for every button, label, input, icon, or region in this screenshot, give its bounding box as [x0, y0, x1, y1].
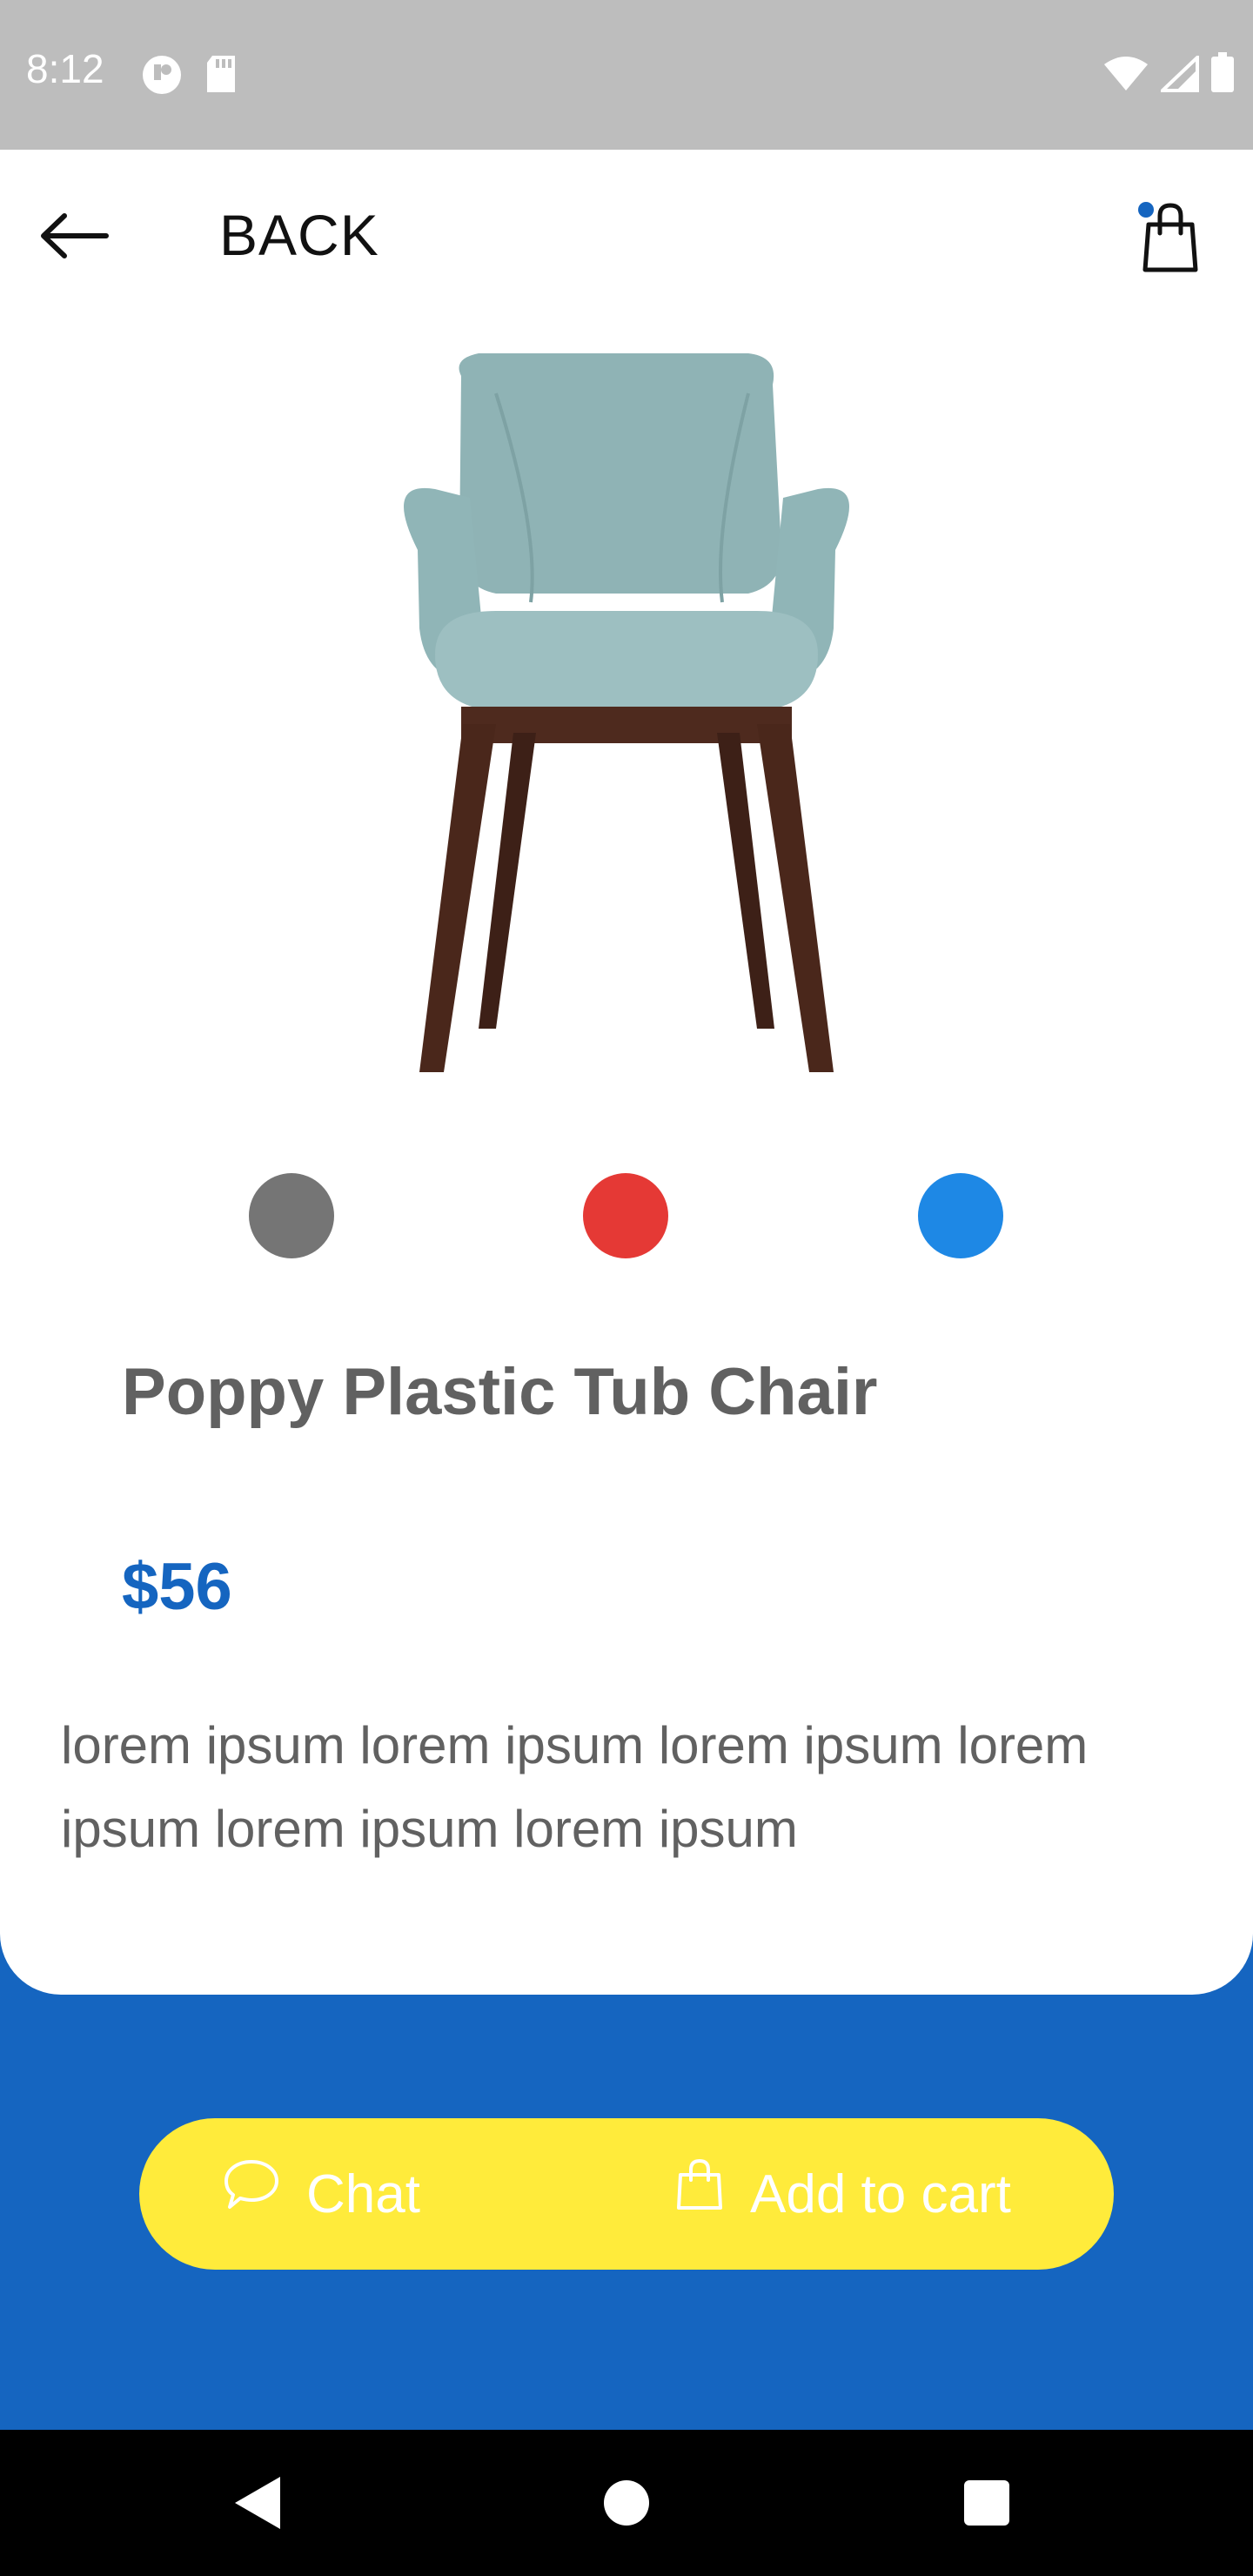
sd-card-icon	[207, 56, 235, 92]
product-price: $56	[122, 1550, 232, 1624]
add-to-cart-button[interactable]: Add to cart	[675, 2118, 1011, 2270]
nav-home-icon[interactable]	[604, 2480, 649, 2526]
battery-icon	[1211, 52, 1234, 92]
chat-bubble-icon	[224, 2160, 278, 2209]
action-bar: Chat Add to cart	[139, 2118, 1114, 2270]
nav-recents-icon[interactable]	[964, 2480, 1009, 2526]
add-to-cart-label: Add to cart	[750, 2163, 1011, 2224]
status-bar: 8:12	[0, 0, 1253, 150]
product-title: Poppy Plastic Tub Chair	[122, 1355, 878, 1429]
shopping-bag-icon[interactable]	[1131, 198, 1209, 277]
product-image	[404, 353, 849, 1072]
shopping-bag-icon	[677, 2158, 722, 2210]
color-swatch-blue[interactable]	[918, 1173, 1003, 1258]
color-swatch-gray[interactable]	[249, 1173, 334, 1258]
product-description: lorem ipsum lorem ipsum lorem ipsum lore…	[61, 1716, 1089, 1858]
system-nav-bar	[0, 2430, 1253, 2576]
status-time: 8:12	[26, 46, 104, 91]
wifi-icon	[1104, 57, 1148, 91]
signal-icon	[1161, 56, 1199, 92]
back-arrow-icon[interactable]	[38, 205, 110, 266]
nav-back-icon[interactable]	[233, 2475, 282, 2531]
status-left-icons	[141, 54, 238, 96]
notification-icon	[143, 56, 181, 94]
back-button[interactable]: BACK	[219, 202, 379, 268]
color-swatch-red[interactable]	[583, 1173, 668, 1258]
status-right-icons	[1103, 52, 1234, 92]
chat-button[interactable]: Chat	[223, 2118, 420, 2270]
chat-label: Chat	[306, 2163, 420, 2224]
